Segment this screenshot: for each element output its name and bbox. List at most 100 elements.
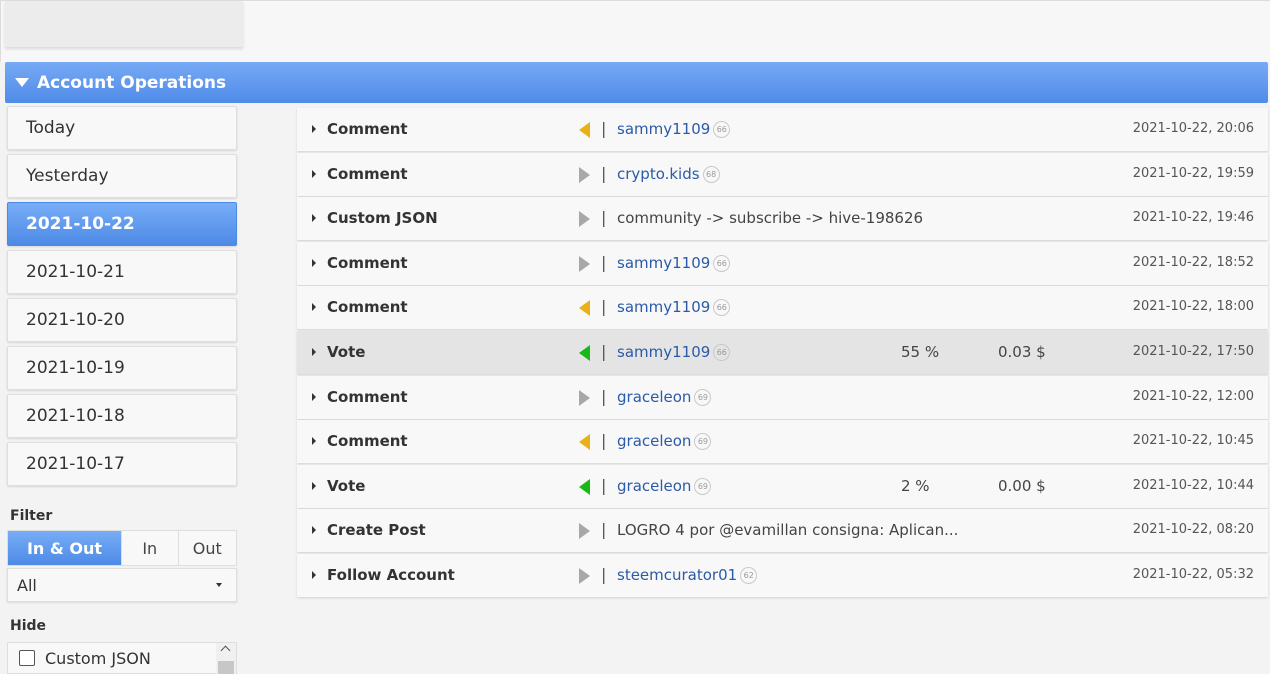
expand-caret-icon[interactable] bbox=[312, 169, 316, 178]
account-link[interactable]: steemcurator01 62 bbox=[617, 566, 758, 584]
operation-subject[interactable]: graceleon bbox=[617, 432, 691, 450]
date-button[interactable]: 2021-10-17 bbox=[7, 442, 237, 486]
hide-list: Custom JSON bbox=[7, 642, 237, 674]
account-link[interactable]: graceleon 69 bbox=[617, 477, 712, 495]
expand-caret-icon[interactable] bbox=[312, 214, 316, 223]
section-title: Account Operations bbox=[37, 72, 227, 93]
operation-row[interactable]: Comment | sammy1109 66 2021-10-22, 18:00 bbox=[297, 286, 1268, 330]
operation-type: Comment bbox=[327, 120, 408, 138]
hide-label: Hide bbox=[10, 618, 47, 634]
filter-out-button[interactable]: Out bbox=[179, 531, 236, 565]
vote-value: 0.00 $ bbox=[998, 476, 1046, 495]
operation-subject[interactable]: sammy1109 bbox=[617, 254, 710, 272]
hide-list-scrollbar[interactable] bbox=[216, 643, 236, 674]
account-operations-header[interactable]: Account Operations bbox=[5, 62, 1268, 103]
reputation-badge: 62 bbox=[740, 566, 758, 584]
account-link[interactable]: crypto.kids 68 bbox=[617, 165, 720, 183]
separator: | bbox=[601, 431, 607, 451]
operation-timestamp: 2021-10-22, 05:32 bbox=[1132, 566, 1254, 582]
top-area bbox=[0, 0, 1270, 62]
operation-row[interactable]: Create Post | LOGRO 4 por @evamillan consi… bbox=[297, 509, 1268, 553]
separator: | bbox=[601, 119, 607, 138]
operation-subject[interactable]: crypto.kids bbox=[617, 165, 700, 183]
operation-subject[interactable]: sammy1109 bbox=[617, 298, 710, 316]
operation-row[interactable]: Follow Account | steemcurator01 62 2021-10-2… bbox=[297, 553, 1268, 597]
operation-row[interactable]: Comment | sammy1109 66 2021-10-22, 20:06 bbox=[297, 108, 1268, 151]
operation-subject[interactable]: sammy1109 bbox=[617, 343, 710, 361]
expand-caret-icon[interactable] bbox=[312, 481, 316, 490]
reputation-badge: 66 bbox=[713, 299, 731, 317]
expand-caret-icon[interactable] bbox=[312, 125, 316, 133]
operation-type-select[interactable]: All bbox=[7, 568, 237, 602]
operation-subject: community -> subscribe -> hive-198626 bbox=[617, 209, 924, 228]
date-button[interactable]: 2021-10-20 bbox=[7, 298, 237, 342]
separator: | bbox=[601, 341, 607, 361]
operation-type: Follow Account bbox=[327, 565, 455, 584]
expand-caret-icon[interactable] bbox=[312, 392, 316, 401]
expand-caret-icon[interactable] bbox=[312, 570, 316, 579]
date-button[interactable]: 2021-10-18 bbox=[7, 394, 237, 438]
reputation-badge: 69 bbox=[694, 433, 712, 451]
reputation-badge: 69 bbox=[694, 388, 712, 406]
incoming-arrow-icon bbox=[579, 434, 590, 451]
operation-row[interactable]: Comment | crypto.kids 68 2021-10-22, 19:59 bbox=[297, 152, 1268, 196]
operation-subject[interactable]: graceleon bbox=[617, 388, 691, 406]
separator: | bbox=[601, 564, 607, 584]
operation-row[interactable]: Comment | graceleon 69 2021-10-22, 10:45 bbox=[297, 420, 1268, 464]
reputation-badge: 66 bbox=[713, 343, 731, 361]
expand-caret-icon[interactable] bbox=[312, 303, 316, 312]
operation-subject[interactable]: sammy1109 bbox=[617, 120, 710, 138]
filter-in-button[interactable]: In bbox=[122, 531, 179, 565]
expand-caret-icon[interactable] bbox=[312, 347, 316, 356]
outgoing-arrow-icon bbox=[579, 211, 590, 228]
account-link[interactable]: sammy1109 66 bbox=[617, 254, 731, 272]
separator: | bbox=[601, 163, 607, 183]
date-button-today[interactable]: Today bbox=[7, 106, 237, 150]
outgoing-arrow-icon bbox=[579, 567, 590, 584]
operation-row[interactable]: Comment | sammy1109 66 2021-10-22, 18:52 bbox=[297, 241, 1268, 285]
scroll-up-icon[interactable] bbox=[220, 645, 231, 656]
operation-subject[interactable]: graceleon bbox=[617, 477, 691, 495]
separator: | bbox=[601, 208, 607, 228]
operation-type: Comment bbox=[327, 253, 408, 272]
incoming-arrow-icon bbox=[579, 122, 590, 138]
vote-weight: 2 % bbox=[901, 476, 930, 495]
account-link[interactable]: sammy1109 66 bbox=[617, 120, 731, 138]
date-button-selected[interactable]: 2021-10-22 bbox=[7, 202, 237, 246]
date-button[interactable]: 2021-10-21 bbox=[7, 250, 237, 294]
operation-type: Comment bbox=[327, 432, 408, 451]
incoming-vote-arrow-icon bbox=[579, 344, 590, 361]
account-link[interactable]: sammy1109 66 bbox=[617, 343, 731, 361]
expand-caret-icon[interactable] bbox=[312, 526, 316, 535]
reputation-badge: 68 bbox=[702, 165, 720, 183]
operation-timestamp: 2021-10-22, 19:59 bbox=[1132, 165, 1254, 181]
operation-type: Vote bbox=[327, 476, 366, 495]
operation-row[interactable]: Custom JSON | community -> subscribe -> hi… bbox=[297, 197, 1268, 241]
operation-type: Custom JSON bbox=[327, 209, 438, 228]
account-link[interactable]: sammy1109 66 bbox=[617, 298, 731, 317]
filter-in-out-button[interactable]: In & Out bbox=[8, 531, 122, 565]
date-button-yesterday[interactable]: Yesterday bbox=[7, 154, 237, 198]
operation-timestamp: 2021-10-22, 17:50 bbox=[1132, 343, 1254, 359]
operation-row[interactable]: Comment | graceleon 69 2021-10-22, 12:00 bbox=[297, 375, 1268, 419]
separator: | bbox=[601, 252, 607, 272]
operations-list: Comment | sammy1109 66 2021-10-22, 20:06 Comm… bbox=[297, 108, 1268, 599]
operation-timestamp: 2021-10-22, 10:44 bbox=[1132, 477, 1254, 493]
account-link[interactable]: graceleon 69 bbox=[617, 432, 712, 451]
operation-subject[interactable]: steemcurator01 bbox=[617, 566, 737, 584]
expand-caret-icon[interactable] bbox=[312, 437, 316, 446]
operation-row[interactable]: Vote | sammy1109 66 55 % 0.03 $ 2021-10-22, 17… bbox=[297, 330, 1268, 374]
operation-subject: LOGRO 4 por @evamillan consigna: Aplican… bbox=[617, 521, 959, 540]
incoming-arrow-icon bbox=[579, 300, 590, 317]
collapse-triangle-icon bbox=[15, 78, 29, 87]
operation-row[interactable]: Vote | graceleon 69 2 % 0.00 $ 2021-10-22, 10:… bbox=[297, 464, 1268, 508]
outgoing-arrow-icon bbox=[579, 523, 590, 540]
scroll-thumb[interactable] bbox=[218, 661, 234, 674]
operation-timestamp: 2021-10-22, 19:46 bbox=[1132, 210, 1254, 226]
separator: | bbox=[601, 386, 607, 406]
hide-custom-json-checkbox[interactable] bbox=[19, 650, 35, 666]
account-link[interactable]: graceleon 69 bbox=[617, 388, 712, 406]
date-button[interactable]: 2021-10-19 bbox=[7, 346, 237, 390]
expand-caret-icon[interactable] bbox=[312, 258, 316, 267]
caret-down-icon bbox=[216, 583, 222, 587]
